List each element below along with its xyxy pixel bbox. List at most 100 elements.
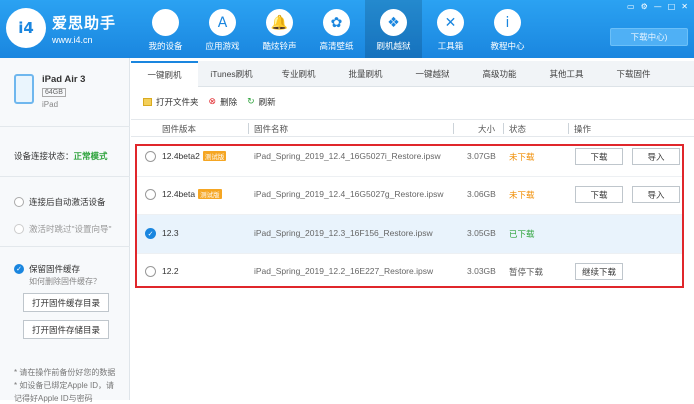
import-button[interactable]: 导入 — [632, 148, 680, 165]
delete-icon: ⊗ — [208, 97, 217, 107]
version-text: 12.4beta — [162, 189, 196, 199]
skip-setup-label: 激活时跳过"设置向导" — [29, 224, 112, 234]
window-controls: ▭ ⚙ — □ ✕ — [627, 2, 688, 11]
row-checked-icon[interactable]: ✓ — [145, 228, 156, 239]
row-filename: iPad_Spring_2019_12.4_16G5027i_Restore.i… — [254, 151, 441, 161]
nav-item-5[interactable]: ✕ 工具箱 — [422, 0, 479, 58]
tab-2[interactable]: 专业刷机 — [265, 61, 332, 87]
beta-badge: 测试版 — [198, 189, 222, 199]
info-icon: i — [494, 9, 521, 36]
device-name: iPad Air 3 — [42, 74, 86, 85]
row-size: 3.07GB — [467, 151, 496, 161]
col-name: 固件名称 — [254, 124, 289, 134]
version-text: 12.4beta2 — [162, 151, 200, 161]
skip-setup-option[interactable]: 激活时跳过"设置向导" — [14, 223, 112, 235]
nav-item-4[interactable]: ❖ 刷机越狱 — [365, 0, 422, 58]
keep-cache-label: 保留固件缓存 — [29, 264, 81, 274]
row-version: 12.4beta2 测试版 — [162, 151, 227, 161]
ipad-icon — [14, 74, 34, 104]
open-storage-dir-button[interactable]: 打开固件存储目录 — [23, 320, 109, 339]
auto-activate-label: 连接后自动激活设备 — [29, 197, 106, 207]
tab-5[interactable]: 高级功能 — [466, 61, 533, 87]
keep-cache-option[interactable]: ✓ 保留固件缓存 — [14, 263, 80, 275]
row-status: 未下载 — [509, 190, 535, 200]
refresh-label: 刷新 — [258, 97, 276, 107]
tab-1[interactable]: iTunes刷机 — [198, 61, 265, 87]
delete-button[interactable]: ⊗ 删除 — [209, 96, 238, 108]
version-text: 12.3 — [162, 228, 179, 238]
maximize-icon[interactable]: □ — [668, 2, 676, 11]
open-cache-dir-button[interactable]: 打开固件缓存目录 — [23, 293, 109, 312]
flower-icon: ✿ — [323, 9, 350, 36]
col-size: 大小 — [478, 124, 496, 134]
nav-item-1[interactable]: A 应用游戏 — [194, 0, 251, 58]
connection-status: 设备连接状态：正常模式 — [14, 150, 108, 162]
resume-download-button[interactable]: 继续下载 — [575, 263, 623, 280]
table-row[interactable]: ✓ 12.3 iPad_Spring_2019_12.3_16F156_Restor… — [135, 215, 684, 253]
tab-4[interactable]: 一键越狱 — [399, 61, 466, 87]
device-type: iPad — [42, 100, 59, 109]
col-divider — [453, 123, 454, 134]
import-button[interactable]: 导入 — [632, 186, 680, 203]
table-row[interactable]: 12.2 iPad_Spring_2019_12.2_16E227_Restore… — [135, 253, 684, 291]
tools-icon: ✕ — [437, 9, 464, 36]
nav-item-3[interactable]: ✿ 高清壁纸 — [308, 0, 365, 58]
auto-activate-option[interactable]: 连接后自动激活设备 — [14, 196, 106, 208]
divider — [0, 176, 130, 177]
nav-label: 刷机越狱 — [376, 41, 411, 51]
minimize-icon[interactable]: — — [654, 2, 662, 11]
version-text: 12.2 — [162, 266, 179, 276]
checked-icon[interactable]: ✓ — [14, 264, 24, 274]
close-icon[interactable]: ✕ — [681, 2, 688, 11]
col-version: 固件版本 — [162, 124, 197, 134]
connection-label: 设备连接状态： — [14, 151, 74, 161]
nav-item-0[interactable]: 我的设备 — [137, 0, 194, 58]
tab-3[interactable]: 批量刷机 — [332, 61, 399, 87]
row-status: 已下载 — [509, 229, 535, 239]
logo-url: www.i4.cn — [52, 34, 93, 45]
note-line: * 如设备已绑定Apple ID，请 — [14, 381, 115, 390]
beta-badge: 测试版 — [202, 151, 227, 161]
nav-item-2[interactable]: 🔔 酷炫铃声 — [251, 0, 308, 58]
table-row[interactable]: 12.4beta2 测试版 iPad_Spring_2019_12.4_16G502… — [135, 138, 684, 176]
radio-button[interactable] — [14, 224, 24, 234]
tab-7[interactable]: 下载固件 — [600, 61, 667, 87]
nav-item-6[interactable]: i 教程中心 — [479, 0, 536, 58]
dropbox-icon: ❖ — [380, 9, 407, 36]
download-center-button[interactable]: 下载中心) — [610, 28, 688, 46]
flash-tabs: 一键刷机 iTunes刷机 专业刷机 批量刷机 一键越狱 高级功能 其他工具 下载固件 — [131, 61, 694, 87]
skin-icon[interactable]: ▭ — [627, 2, 635, 11]
col-divider — [248, 123, 249, 134]
settings-icon[interactable]: ⚙ — [641, 2, 648, 11]
tab-0[interactable]: 一键刷机 — [131, 61, 198, 87]
folder-icon — [143, 98, 152, 106]
note-line: * 请在操作前备份好您的数据 — [14, 368, 116, 377]
delete-cache-help-link[interactable]: 如何删除固件缓存？ — [29, 276, 101, 287]
download-button[interactable]: 下载 — [575, 148, 623, 165]
refresh-button[interactable]: ↻ 刷新 — [247, 96, 276, 108]
app-header: i4 爱思助手 www.i4.cn 我的设备 A 应用游戏 🔔 酷炫铃声 ✿ 高清壁纸 ❖ 刷机… — [0, 0, 694, 58]
row-filename: iPad_Spring_2019_12.4_16G5027g_Restore.i… — [254, 189, 444, 199]
open-folder-button[interactable]: 打开文件夹 — [143, 96, 199, 108]
connection-value: 正常模式 — [73, 151, 108, 161]
row-size: 3.06GB — [467, 189, 496, 199]
tab-6[interactable]: 其他工具 — [533, 61, 600, 87]
divider — [0, 126, 130, 127]
row-radio-button[interactable] — [145, 266, 156, 277]
row-version: 12.2 — [162, 266, 179, 276]
table-row[interactable]: 12.4beta 测试版 iPad_Spring_2019_12.4_16G5027… — [135, 176, 684, 214]
col-actions: 操作 — [574, 124, 592, 134]
download-button[interactable]: 下载 — [575, 186, 623, 203]
row-radio-button[interactable] — [145, 189, 156, 200]
refresh-icon: ↻ — [247, 97, 255, 107]
radio-button[interactable] — [14, 197, 24, 207]
divider — [0, 246, 130, 247]
row-status: 暂停下载 — [509, 267, 544, 277]
row-filename: iPad_Spring_2019_12.2_16E227_Restore.ips… — [254, 266, 434, 276]
table-header: 固件版本 固件名称 大小 状态 操作 — [131, 119, 694, 137]
nav-label: 教程中心 — [490, 41, 525, 51]
open-folder-label: 打开文件夹 — [156, 97, 199, 107]
bell-icon: 🔔 — [266, 9, 293, 36]
row-radio-button[interactable] — [145, 151, 156, 162]
col-divider — [568, 123, 569, 134]
